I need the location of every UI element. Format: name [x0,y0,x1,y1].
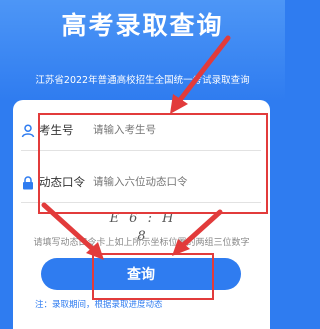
annotation-arrows [41,35,231,260]
arrow-to-button-right [172,209,223,256]
arrow-to-button-left [41,202,104,260]
arrow-to-fields [170,35,231,114]
